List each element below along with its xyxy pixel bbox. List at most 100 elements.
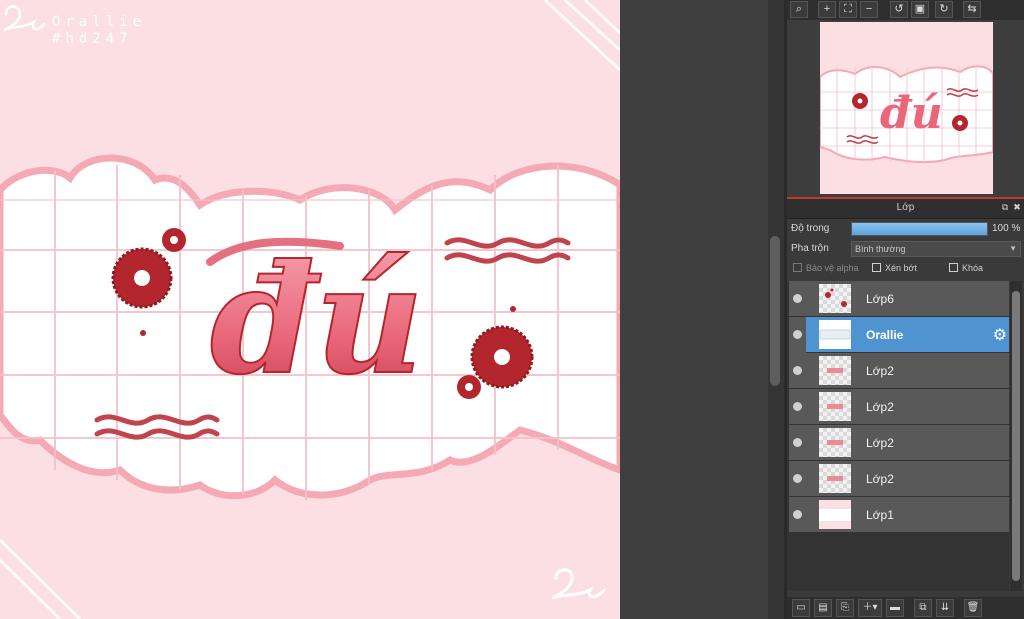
blend-mode-select[interactable]: Bình thường ▼ <box>851 241 1021 257</box>
visibility-eye-icon[interactable] <box>793 438 802 447</box>
opacity-slider[interactable] <box>851 222 988 236</box>
visibility-eye-icon[interactable] <box>793 474 802 483</box>
new-layer-icon[interactable]: ▭ <box>792 599 810 617</box>
protect-alpha-checkbox[interactable]: Bảo vệ alpha <box>793 263 859 273</box>
red-dot-right <box>510 306 516 312</box>
protect-alpha-label: Bảo vệ alpha <box>806 263 859 273</box>
chevron-down-icon: ▼ <box>1009 244 1017 253</box>
visibility-eye-icon[interactable] <box>793 366 802 375</box>
layer-thumb-art <box>819 509 851 521</box>
close-icon[interactable]: ✖ <box>1012 202 1022 212</box>
layer-thumbnail <box>819 392 851 421</box>
layer-panel-header: Lớp ⧉ ✖ <box>787 199 1024 219</box>
zoom-in-icon[interactable]: + <box>818 1 836 18</box>
zoom-fit-icon[interactable]: ⌕ <box>790 1 808 18</box>
layer-panel-title: Lớp <box>896 202 915 213</box>
layer-thumb-art <box>819 329 851 340</box>
new-layer-copy-icon[interactable]: ⎘ <box>836 599 854 617</box>
layer-thumbnail <box>819 428 851 457</box>
blend-label: Pha trộn <box>791 243 829 254</box>
layer-thumbnail <box>819 356 851 385</box>
layer-thumb-art <box>827 404 843 409</box>
clipping-label: Xén bớt <box>885 263 917 273</box>
layer-thumbnail <box>819 284 851 313</box>
artwork: đú <box>0 0 620 619</box>
navigator-thumbnail[interactable]: đú <box>819 22 994 194</box>
navigator-toolbar: ⌕ + ⛶ − ↺ ▣ ↻ ⇆ <box>787 0 1024 20</box>
layer-name: Orallie <box>866 328 904 342</box>
fit-window-icon[interactable]: ⛶ <box>839 1 857 18</box>
opacity-label: Độ trong <box>791 223 830 234</box>
new-folder-icon[interactable]: ▬ <box>886 599 904 617</box>
drawing-canvas[interactable]: đú Orallie #hd247 <box>0 0 620 619</box>
layer-thumbnail <box>819 320 851 349</box>
rotate-left-icon[interactable]: ↺ <box>890 1 908 18</box>
red-ring-large-right <box>470 325 534 389</box>
visibility-eye-icon[interactable] <box>793 510 802 519</box>
opacity-slider-fill <box>852 223 987 235</box>
layer-name: Lớp2 <box>866 472 894 486</box>
canvas-vertical-scrollbar[interactable] <box>768 0 784 619</box>
layer-name: Lớp2 <box>866 400 894 414</box>
lock-checkbox[interactable]: Khóa <box>949 263 983 273</box>
flip-icon[interactable]: ⇆ <box>963 1 981 18</box>
watermark-name: Orallie <box>52 14 147 30</box>
zoom-out-icon[interactable]: − <box>860 1 878 18</box>
add-layer-menu-icon[interactable]: ＋▾ <box>858 599 882 617</box>
corner-stripes-bottom <box>0 538 82 619</box>
checkbox-box <box>793 263 802 272</box>
new-layer-alt-icon[interactable]: ▤ <box>814 599 832 617</box>
blend-mode-value: Bình thường <box>855 244 906 254</box>
right-panel: ⌕ + ⛶ − ↺ ▣ ↻ ⇆ đú Lớp ⧉ ✖ Độ trong 100 … <box>787 0 1024 619</box>
canvas-gutter <box>620 0 768 619</box>
corner-stripes-top <box>543 0 620 72</box>
layer-list: Lớp6 Orallie ⚙ Lớp2 Lớp2 Lớp2 Lớp2 Lớp1 <box>787 281 1009 591</box>
layer-row[interactable]: Lớp2 <box>789 461 1009 497</box>
merge-layer-icon[interactable]: ⇊ <box>936 599 954 617</box>
svg-text:đú: đú <box>880 88 943 139</box>
red-ring-large-left <box>111 247 173 309</box>
layer-row[interactable]: Lớp1 <box>789 497 1009 533</box>
layer-row[interactable]: Lớp2 <box>789 353 1009 389</box>
delete-layer-icon[interactable]: 🗑 <box>964 599 982 617</box>
layer-row[interactable]: Lớp2 <box>789 425 1009 461</box>
duplicate-layer-icon[interactable]: ⧉ <box>914 599 932 617</box>
layer-thumb-art <box>827 476 843 481</box>
navigator-artwork: đú <box>819 65 994 164</box>
signature-logo-top <box>3 5 46 32</box>
layer-list-scrollbar[interactable] <box>1010 281 1022 591</box>
canvas-scroll-thumb[interactable] <box>770 236 780 386</box>
layer-name: Lớp6 <box>866 292 894 306</box>
layer-toolbar: ▭ ▤ ⎘ ＋▾ ▬ ⧉ ⇊ 🗑 <box>787 597 1024 619</box>
rotate-right-icon[interactable]: ↻ <box>935 1 953 18</box>
visibility-eye-icon[interactable] <box>793 294 802 303</box>
red-dot-left <box>140 330 146 336</box>
clipping-checkbox[interactable]: Xén bớt <box>872 263 917 273</box>
opacity-value: 100 % <box>992 223 1021 234</box>
lock-label: Khóa <box>962 263 984 273</box>
artwork-lettering: đú <box>210 232 424 408</box>
layer-thumb-art <box>827 368 843 373</box>
layer-thumb-art <box>827 440 843 445</box>
layer-row-selected[interactable]: Orallie ⚙ <box>789 317 1009 353</box>
layer-row[interactable]: Lớp6 <box>789 281 1009 317</box>
checkbox-box <box>872 263 881 272</box>
layer-name: Lớp2 <box>866 364 894 378</box>
layer-name: Lớp2 <box>866 436 894 450</box>
red-ring-small-right <box>457 375 481 399</box>
navigator-preview[interactable]: đú <box>787 20 1024 199</box>
popout-icon[interactable]: ⧉ <box>1000 202 1010 212</box>
gear-icon[interactable]: ⚙ <box>993 325 1007 345</box>
layer-scroll-thumb[interactable] <box>1012 291 1020 581</box>
signature-logo-bottom <box>551 568 606 600</box>
layer-name: Lớp1 <box>866 508 894 522</box>
layer-thumbnail <box>819 500 851 529</box>
visibility-eye-icon[interactable] <box>793 402 802 411</box>
watermark-tag: #hd247 <box>52 31 133 47</box>
visibility-eye-icon[interactable] <box>793 330 802 339</box>
layer-row[interactable]: Lớp2 <box>789 389 1009 425</box>
actual-size-icon[interactable]: ▣ <box>911 1 929 18</box>
layer-thumbnail <box>819 464 851 493</box>
checkbox-box <box>949 263 958 272</box>
layer-thumb-art <box>825 288 847 307</box>
